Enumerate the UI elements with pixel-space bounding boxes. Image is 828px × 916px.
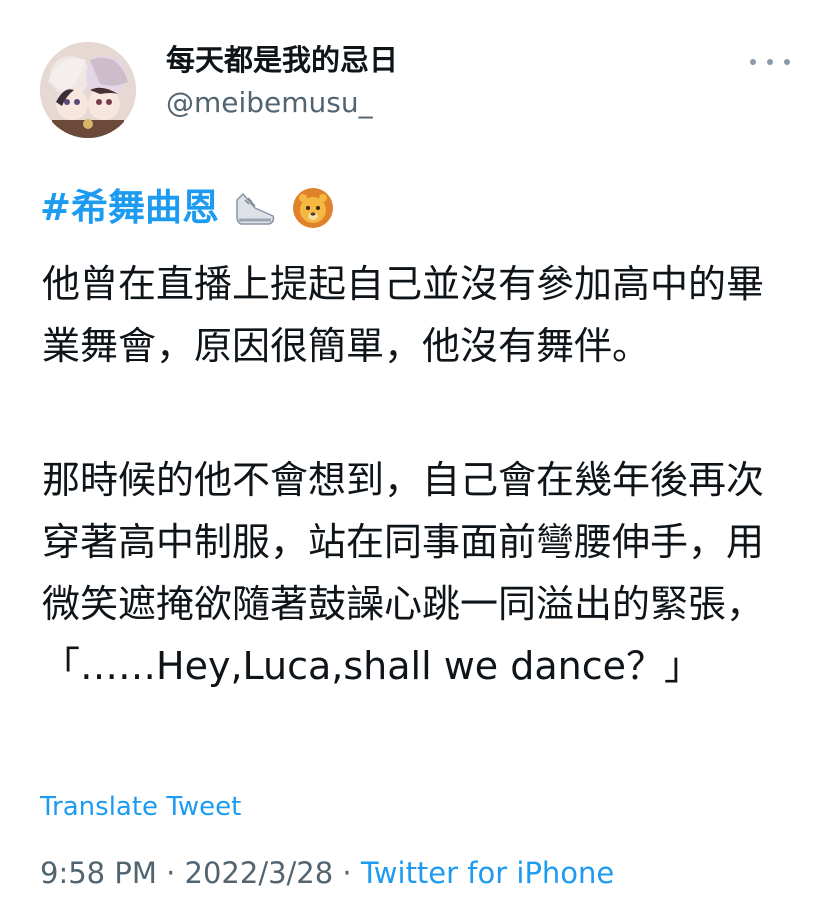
tweet-date[interactable]: 2022/3/28 [185, 856, 334, 890]
tweet-paragraph: 他曾在直播上提起自己並沒有參加高中的畢業舞會，原因很簡單，他沒有舞伴。 [42, 262, 765, 368]
tweet-paragraph: 那時候的他不會想到，自己會在幾年後再次穿著高中制服，站在同事面前彎腰伸手，用微笑… [42, 458, 765, 688]
tweet-meta: 9:58 PM · 2022/3/28 · Twitter for iPhone [40, 853, 614, 893]
tweet-time[interactable]: 9:58 PM [40, 856, 157, 890]
author-handle[interactable]: @meibemusu_ [166, 85, 373, 121]
tweet-source-link[interactable]: Twitter for iPhone [361, 856, 614, 890]
more-options-button[interactable] [750, 50, 790, 74]
avatar[interactable] [40, 42, 136, 138]
meta-separator: · [333, 856, 361, 890]
translate-tweet-link[interactable]: Translate Tweet [40, 790, 241, 824]
sneaker-emoji [236, 192, 275, 225]
author-display-name[interactable]: 每天都是我的忌日 [166, 40, 398, 80]
avatar-illustration [40, 42, 136, 138]
meta-separator: · [156, 856, 185, 890]
more-dots-icon [750, 59, 756, 65]
hashtag-link[interactable]: #希舞曲恩 [40, 183, 219, 233]
lion-face-emoji [293, 188, 334, 228]
hashtag-line: #希舞曲恩 [40, 183, 335, 233]
